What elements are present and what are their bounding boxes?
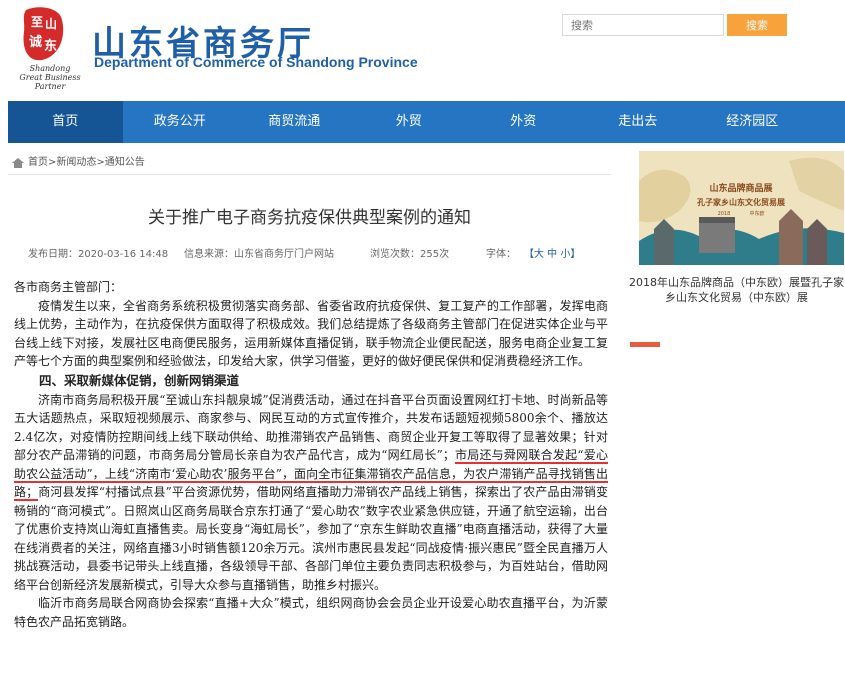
logo-tagline-line1: Shandong <box>29 64 71 73</box>
salutation: 各市商务主管部门： <box>14 280 123 294</box>
breadcrumb-notices[interactable]: 通知公告 <box>105 151 145 175</box>
banner-line-3: 2018 <box>718 211 731 217</box>
breadcrumb-news[interactable]: 新闻动态 <box>56 151 96 175</box>
expo-banner-image[interactable]: 山东品牌商品展 孔子家乡山东文化贸易展 2018 中东欧 <box>639 151 844 265</box>
site-subtitle: Department of Commerce of Shandong Provi… <box>94 54 418 70</box>
logo-tagline: Shandong Great Business Partner <box>10 64 90 91</box>
site-logo[interactable]: 至 山 诚 东 Shandong Great Business Partner <box>10 6 81 91</box>
logo-char-3: 山 <box>45 16 57 31</box>
nav-item-foreign-trade[interactable]: 外贸 <box>352 101 467 143</box>
main-nav: 首页 政务公开 商贸流通 外贸 外资 走出去 经济园区 <box>8 101 845 143</box>
article-paragraph-3: 临沂市商务局联合网商协会探索“直播+大众”模式，组织网商协会会员企业开设爱心助农… <box>14 596 608 629</box>
logo-tagline-line2: Great Business Partner <box>19 73 81 91</box>
site-header: 至 山 诚 东 Shandong Great Business Partner … <box>0 0 845 100</box>
font-size-controls[interactable]: 【大 中 小】 <box>524 245 580 260</box>
expo-banner-illustration: 山东品牌商品展 孔子家乡山东文化贸易展 2018 中东欧 <box>639 151 844 265</box>
home-icon <box>12 157 24 168</box>
logo-seal-icon: 至 山 诚 东 <box>23 7 64 61</box>
logo-char-2: 诚 <box>29 34 42 50</box>
view-count: 浏览次数：255次 <box>370 249 450 260</box>
nav-item-going-global[interactable]: 走出去 <box>581 101 696 143</box>
banner-line-4: 中东欧 <box>749 210 764 217</box>
nav-item-government-affairs[interactable]: 政务公开 <box>123 101 238 143</box>
banner-line-1: 山东品牌商品展 <box>709 182 772 194</box>
nav-item-home[interactable]: 首页 <box>8 101 123 143</box>
breadcrumb-home[interactable]: 首页 <box>28 151 48 175</box>
logo-char-1: 至 <box>31 15 43 29</box>
article-title: 关于推广电子商务抗疫保供典型案例的通知 <box>148 208 471 228</box>
breadcrumb-separator: > <box>48 156 57 168</box>
paragraph-2-part-2: 商河县发挥“村播试点县”平台资源优势，借助网络直播助力滞销农产品线上销售，探索出… <box>14 485 608 592</box>
article-paragraph-2: 济南市商务局积极开展“至诚山东抖靓泉城”促消费活动，通过在抖音平台页面设置网红打… <box>14 391 608 595</box>
nav-item-economic-parks[interactable]: 经济园区 <box>695 101 810 143</box>
nav-item-foreign-investment[interactable]: 外资 <box>466 101 581 143</box>
section-heading-4: 四、采取新媒体促销，创新网销渠道 <box>39 372 240 388</box>
breadcrumb: 首页 > 新闻动态 > 通知公告 <box>8 151 611 175</box>
search-input[interactable] <box>562 14 724 36</box>
banner-line-2: 孔子家乡山东文化贸易展 <box>697 197 785 207</box>
logo-char-4: 东 <box>44 38 57 54</box>
article-body: 各市商务主管部门： 疫情发生以来，全省商务系统积极贯彻落实商务部、省委省政府抗疫… <box>14 278 608 631</box>
search-button[interactable]: 搜索 <box>727 14 787 36</box>
breadcrumb-separator: > <box>96 156 105 168</box>
sidebar: 山东品牌商品展 孔子家乡山东文化贸易展 2018 中东欧 2018年山东品牌商品… <box>628 151 845 695</box>
nav-item-commerce-circulation[interactable]: 商贸流通 <box>237 101 352 143</box>
expo-banner-caption[interactable]: 2018年山东品牌商品（中东欧）展暨孔子家乡山东文化贸易（中东欧）展 <box>628 275 845 305</box>
article-meta: 发布日期：2020-03-16 14:48 信息来源：山东省商务厅门户网站 浏览… <box>8 243 611 263</box>
info-source: 信息来源：山东省商务厅门户网站 <box>184 249 334 260</box>
carousel-indicator[interactable] <box>630 342 660 347</box>
article-paragraph-1: 疫情发生以来，全省商务系统积极贯彻落实商务部、省委省政府抗疫保供、复工复产的工作… <box>14 298 608 369</box>
publish-date: 发布日期：2020-03-16 14:48 <box>28 249 169 260</box>
font-size-label: 字体： <box>486 249 516 260</box>
